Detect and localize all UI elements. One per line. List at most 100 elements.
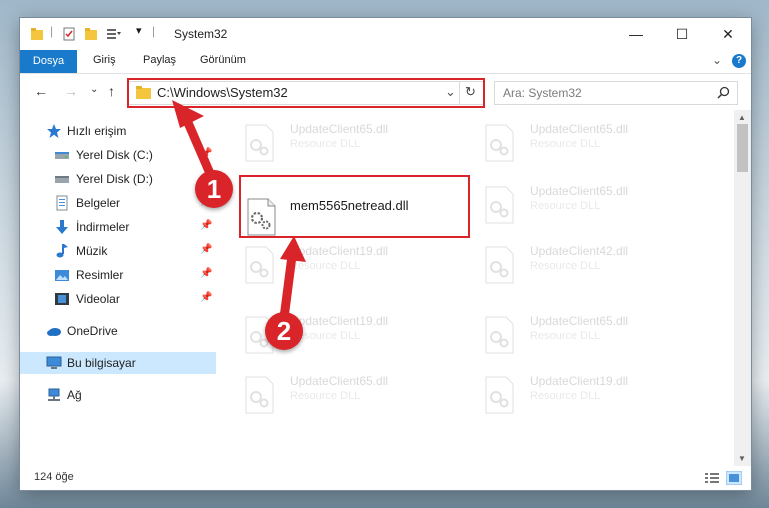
sidebar-item-quick-access[interactable]: Hızlı erişim [20,120,216,142]
sidebar-item-label: İndirmeler [76,220,130,234]
scroll-up-icon[interactable]: ▲ [738,113,746,122]
pin-icon: 📌 [200,148,213,159]
dll-file-icon [245,376,274,414]
file-type: Resource DLL [530,200,601,212]
separator: | [152,24,156,38]
pin-icon: 📌 [200,220,213,231]
folder-icon [136,86,151,99]
refresh-icon[interactable]: ↻ [465,84,476,100]
dll-file-icon [485,316,514,354]
list-item[interactable]: UpdateClient65.dll Resource DLL [460,310,680,358]
sidebar-item-pictures[interactable]: Resimler 📌 [20,264,216,286]
tab-home[interactable]: Giriş [93,54,116,66]
list-item[interactable]: UpdateClient65.dll Resource DLL [220,118,440,166]
sidebar-item-label: Yerel Disk (C:) [76,148,153,162]
sidebar-item-label: Müzik [76,244,108,258]
list-item[interactable]: UpdateClient65.dll Resource DLL [220,370,440,418]
cloud-icon [47,328,61,336]
list-item[interactable]: UpdateClient19.dll Resource DLL [220,310,440,358]
ribbon: Dosya Giriş Paylaş Görünüm ⌄ ? [20,50,751,74]
dll-file-icon [485,186,514,224]
file-name: UpdateClient42.dll [530,244,629,258]
forward-button[interactable]: → [64,83,78,99]
details-view-icon[interactable] [704,471,720,485]
file-name: UpdateClient65.dll [290,374,389,388]
file-name: UpdateClient65.dll [530,314,629,328]
sidebar-item-local-disk-c[interactable]: Yerel Disk (C:) 📌 [20,144,216,166]
sidebar-item-this-pc[interactable]: Bu bilgisayar [20,352,216,374]
file-type: Resource DLL [290,390,361,402]
file-list: UpdateClient65.dll Resource DLL UpdateCl… [220,110,734,466]
pin-icon: 📌 [200,244,213,255]
file-name: UpdateClient19.dll [530,374,629,388]
customize-toolbar-icon[interactable] [106,27,122,41]
list-item[interactable]: UpdateClient65.dll Resource DLL [460,180,680,228]
sidebar-item-local-disk-d[interactable]: Yerel Disk (D:) [20,168,216,190]
search-input[interactable]: Ara: System32 [494,81,738,105]
list-item[interactable]: UpdateClient19.dll Resource DLL [220,240,440,288]
sidebar-item-label: Belgeler [76,196,121,210]
drive-icon [55,152,69,159]
status-bar: 124 öğe [20,466,751,490]
chevron-down-icon[interactable]: ▾ [136,24,142,37]
large-icons-view-icon[interactable] [726,471,742,485]
dll-file-icon [245,316,274,354]
file-type: Resource DLL [530,390,601,402]
pin-icon: 📌 [200,292,213,303]
pictures-icon [55,270,69,281]
sidebar-item-music[interactable]: Müzik 📌 [20,240,216,262]
new-folder-icon[interactable] [84,27,98,41]
sidebar-item-label: Yerel Disk (D:) [76,172,153,186]
documents-icon [56,195,68,211]
sidebar-item-label: Videolar [76,292,120,306]
search-icon[interactable] [717,86,730,99]
tab-view[interactable]: Görünüm [200,54,246,66]
properties-icon[interactable] [62,27,76,41]
file-type: Resource DLL [530,330,601,342]
help-icon[interactable]: ? [732,54,746,68]
music-icon [56,244,68,258]
dll-file-icon [245,124,274,162]
sidebar-item-onedrive[interactable]: OneDrive [20,320,216,342]
sidebar-item-label: Ağ [67,388,82,402]
address-path: C:\Windows\System32 [157,85,288,100]
maximize-button[interactable]: ☐ [659,18,705,50]
address-bar[interactable]: C:\Windows\System32 ⌄ ↻ [128,81,484,105]
sidebar-item-label: Resimler [76,268,124,282]
sidebar-item-label: Bu bilgisayar [67,356,136,370]
highlighted-file-item[interactable]: mem5565netread.dll [244,190,444,240]
dll-file-icon [485,376,514,414]
tab-share[interactable]: Paylaş [143,54,176,66]
file-name: UpdateClient65.dll [530,122,629,136]
scroll-down-icon[interactable]: ▼ [738,454,746,463]
file-name: UpdateClient65.dll [290,122,389,136]
recent-locations-button[interactable]: ⌄ [90,84,98,95]
vertical-scrollbar[interactable]: ▲ ▼ [734,110,751,466]
sidebar-item-videos[interactable]: Videolar 📌 [20,288,216,310]
folder-icon [31,28,43,40]
minimize-button[interactable]: — [613,18,659,50]
star-icon [47,124,61,138]
chevron-down-icon[interactable]: ⌄ [445,84,456,100]
sidebar-item-documents[interactable]: Belgeler 📌 [20,192,216,214]
back-button[interactable]: ← [34,83,48,99]
pin-icon: 📌 [200,196,213,207]
tab-file[interactable]: Dosya [20,50,77,73]
chevron-down-icon[interactable]: ⌄ [712,53,722,67]
navigation-bar: ← → ⌄ ↑ C:\Windows\System32 ⌄ ↻ Ara: Sys… [20,74,751,108]
separator [459,82,460,104]
file-name: UpdateClient19.dll [290,314,389,328]
up-button[interactable]: ↑ [108,83,115,99]
sidebar-item-downloads[interactable]: İndirmeler 📌 [20,216,216,238]
explorer-window: | ▾ | System32 — ☐ ✕ Dosya Giriş Paylaş … [20,18,751,490]
pin-icon: 📌 [200,268,213,279]
scrollbar-thumb[interactable] [737,124,748,172]
sidebar-item-network[interactable]: Ağ [20,384,216,406]
network-icon [48,388,60,401]
list-item[interactable]: UpdateClient65.dll Resource DLL [460,118,680,166]
list-item[interactable]: UpdateClient19.dll Resource DLL [460,370,680,418]
drive-icon [55,176,69,183]
list-item[interactable]: UpdateClient42.dll Resource DLL [460,240,680,288]
close-button[interactable]: ✕ [705,18,751,50]
item-count: 124 öğe [34,471,74,483]
